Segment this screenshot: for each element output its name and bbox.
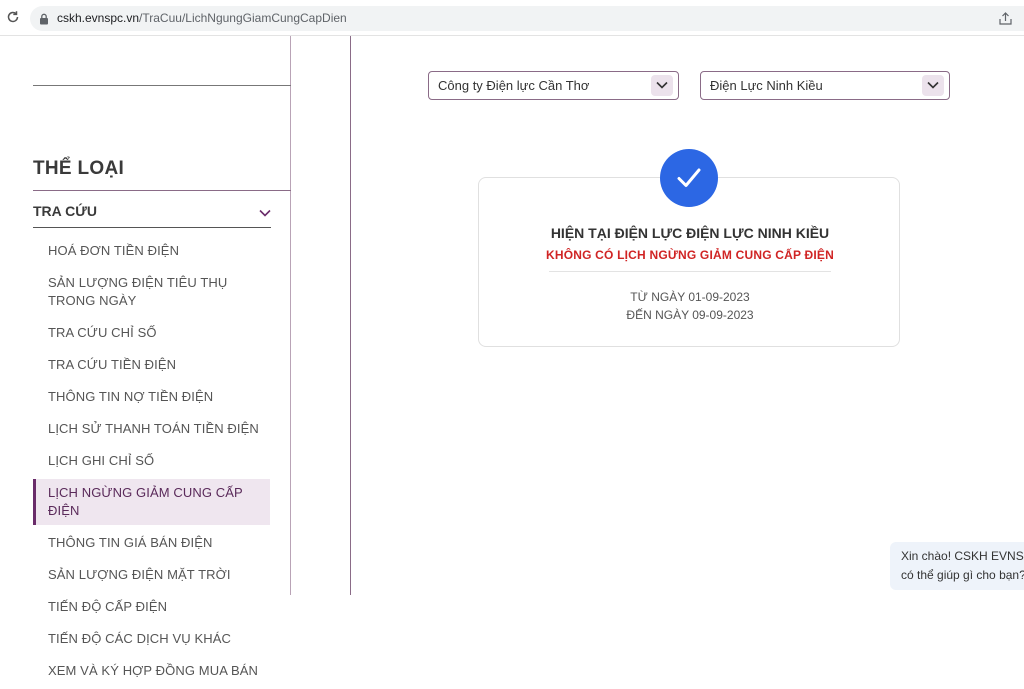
- share-icon[interactable]: [999, 12, 1012, 25]
- sidebar-item-thong-tin-no[interactable]: THÔNG TIN NỢ TIỀN ĐIỆN: [33, 383, 270, 411]
- sidebar-item-lich-ngung-giam[interactable]: LỊCH NGỪNG GIẢM CUNG CẤP ĐIỆN: [33, 479, 270, 525]
- category-title: THỂ LOẠI: [33, 158, 125, 179]
- unit-select-toggle[interactable]: [922, 75, 944, 96]
- chat-prompt: có thể giúp gì cho bạn?: [901, 568, 1024, 582]
- sidebar-item-lich-ghi-chi-so[interactable]: LỊCH GHI CHỈ SỐ: [33, 447, 270, 475]
- chevron-down-icon[interactable]: [259, 205, 271, 217]
- section-header-tra-cuu[interactable]: TRA CỨU: [33, 196, 271, 228]
- company-select[interactable]: Công ty Điện lực Cần Thơ: [428, 71, 679, 100]
- url-text[interactable]: cskh.evnspc.vn/TraCuu/LichNgungGiamCungC…: [57, 11, 347, 26]
- result-divider: [549, 271, 831, 272]
- result-subtitle: KHÔNG CÓ LỊCH NGỪNG GIẢM CUNG CẤP ĐIỆN: [545, 248, 834, 262]
- browser-toolbar: cskh.evnspc.vn/TraCuu/LichNgungGiamCungC…: [0, 0, 1024, 36]
- result-title: HIỆN TẠI ĐIỆN LỰC ĐIỆN LỰC NINH KIỀU: [550, 225, 830, 241]
- sidebar-menu: HOÁ ĐƠN TIỀN ĐIỆN SẢN LƯỢNG ĐIỆN TIÊU TH…: [33, 237, 270, 689]
- result-to-date: ĐẾN NGÀY 09-09-2023: [626, 308, 754, 322]
- sidebar-item-thong-tin-gia-ban[interactable]: THÔNG TIN GIÁ BÁN ĐIỆN: [33, 529, 270, 557]
- sidebar-item-hop-dong[interactable]: XEM VÀ KÝ HỢP ĐỒNG MUA BÁN: [33, 657, 270, 685]
- address-bar[interactable]: cskh.evnspc.vn/TraCuu/LichNgungGiamCungC…: [30, 6, 1024, 31]
- category-divider: [33, 190, 291, 191]
- sidebar-item-tra-cuu-chi-so[interactable]: TRA CỨU CHỈ SỐ: [33, 319, 270, 347]
- lock-icon[interactable]: [39, 12, 49, 25]
- sidebar-item-tien-do-cap-dien[interactable]: TIẾN ĐỘ CẤP ĐIỆN: [33, 593, 270, 621]
- sidebar-item-san-luong-mat-troi[interactable]: SẢN LƯỢNG ĐIỆN MẶT TRỜI: [33, 561, 270, 589]
- company-select-value: Công ty Điện lực Cần Thơ: [438, 78, 590, 93]
- section-label: TRA CỨU: [33, 203, 97, 219]
- content-divider: [350, 36, 351, 595]
- url-path: /TraCuu/LichNgungGiamCungCapDien: [139, 11, 347, 25]
- url-domain: cskh.evnspc.vn: [57, 11, 140, 25]
- result-from-date: TỪ NGÀY 01-09-2023: [630, 290, 750, 304]
- sidebar-item-tra-cuu-tien-dien[interactable]: TRA CỨU TIỀN ĐIỆN: [33, 351, 270, 379]
- sidebar-top-divider: [33, 85, 291, 86]
- sidebar-item-hoa-don-tien-dien[interactable]: HOÁ ĐƠN TIỀN ĐIỆN: [33, 237, 270, 265]
- unit-select[interactable]: Điện Lực Ninh Kiều: [700, 71, 950, 100]
- reload-icon[interactable]: [6, 10, 20, 24]
- chat-greeting: Xin chào! CSKH EVNSPC: [901, 549, 1024, 563]
- sidebar-item-san-luong-dien-tieu-thu[interactable]: SẢN LƯỢNG ĐIỆN TIÊU THỤ TRONG NGÀY: [33, 269, 270, 315]
- check-icon: [660, 149, 718, 207]
- company-select-toggle[interactable]: [651, 75, 673, 96]
- sidebar-item-lich-su-thanh-toan[interactable]: LỊCH SỬ THANH TOÁN TIỀN ĐIỆN: [33, 415, 270, 443]
- unit-select-value: Điện Lực Ninh Kiều: [710, 78, 823, 93]
- chat-widget[interactable]: Xin chào! CSKH EVNSPC có thể giúp gì cho…: [890, 542, 1024, 590]
- sidebar-item-tien-do-dich-vu[interactable]: TIẾN ĐỘ CÁC DỊCH VỤ KHÁC: [33, 625, 270, 653]
